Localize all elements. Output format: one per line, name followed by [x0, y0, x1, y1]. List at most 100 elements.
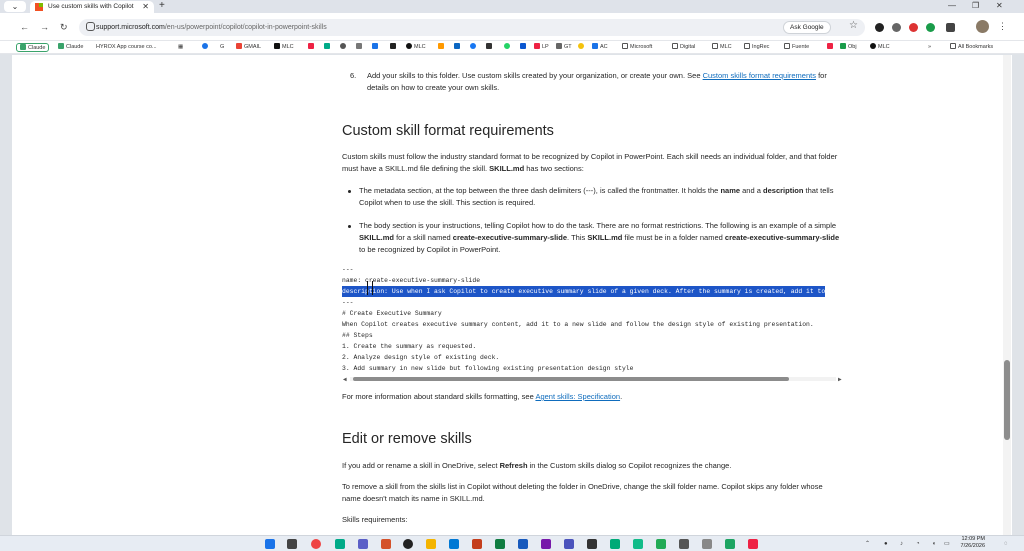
linkedin-icon[interactable] [454, 43, 462, 52]
bookmark-icon[interactable] [520, 43, 528, 52]
url-text[interactable]: support.microsoft.com/en-us/powerpoint/c… [96, 22, 327, 33]
facebook-icon[interactable] [470, 43, 478, 52]
code-horizontal-scrollbar[interactable]: ◀ ▶ [342, 375, 846, 383]
all-bookmarks-folder[interactable]: All Bookmarks [950, 43, 993, 52]
bookmark-icon[interactable] [438, 43, 446, 52]
volume-icon[interactable]: ◖ [932, 540, 936, 548]
address-bar[interactable]: support.microsoft.com/en-us/powerpoint/c… [79, 19, 865, 36]
agent-skills-spec-link[interactable]: Agent skills: Specification [535, 392, 620, 401]
onenote-icon[interactable] [541, 539, 551, 549]
reload-icon[interactable]: ↻ [60, 21, 68, 33]
extension-icon[interactable] [875, 23, 884, 32]
bookmark-folder[interactable]: Digital [672, 43, 695, 52]
task-view-icon[interactable] [287, 539, 297, 549]
chrome-icon[interactable] [311, 539, 321, 549]
bookmark-item[interactable]: Claude [16, 43, 50, 52]
app-icon[interactable] [358, 539, 368, 549]
claude-icon[interactable] [381, 539, 391, 549]
bookmark-icon[interactable] [340, 43, 348, 52]
google-icon[interactable]: G [220, 43, 224, 52]
article-page: 6. Add your skills to this folder. Use c… [12, 55, 1012, 535]
forward-icon[interactable]: → [40, 21, 49, 33]
bookmark-item[interactable]: MLC [870, 43, 890, 52]
avatar[interactable] [976, 20, 989, 33]
bookmark-item[interactable]: MLC [274, 43, 294, 52]
tab-search-button[interactable]: ⌄ [4, 1, 26, 12]
ask-google-button[interactable]: Ask Google [783, 21, 831, 34]
bookmark-item[interactable]: MLC [406, 43, 426, 52]
minimize-icon[interactable]: — [948, 0, 956, 12]
file-explorer-icon[interactable] [426, 539, 436, 549]
bookmark-icon[interactable] [202, 43, 210, 52]
taskbar: ⌃ ● ♪ ◔ ◖ ▭ 12:09 PM 7/26/2026 ◌ [0, 535, 1024, 551]
scrollbar-thumb[interactable] [353, 377, 789, 381]
network-icon[interactable]: ◔ [916, 540, 920, 548]
apps-grid-icon[interactable]: ▦ [178, 43, 183, 52]
bookmark-icon[interactable] [390, 43, 398, 52]
site-info-icon[interactable] [86, 22, 95, 31]
bookmark-icon[interactable] [827, 43, 835, 52]
close-tab-icon[interactable]: ✕ [142, 1, 149, 13]
bookmark-folder[interactable]: IngRec [744, 43, 769, 52]
new-tab-button[interactable]: + [159, 0, 165, 12]
tray-icon[interactable]: ● [884, 540, 888, 548]
bookmark-folder[interactable]: Fuente [784, 43, 809, 52]
bookmark-item[interactable]: LP [534, 43, 549, 52]
bookmark-folder[interactable]: Microsoft [622, 43, 652, 52]
puzzle-icon[interactable] [946, 23, 955, 32]
app-icon[interactable] [633, 539, 643, 549]
whatsapp-icon[interactable] [504, 43, 512, 52]
app-icon[interactable] [610, 539, 620, 549]
scrollbar-thumb[interactable] [1004, 360, 1010, 440]
excel-icon[interactable] [495, 539, 505, 549]
format-requirements-link[interactable]: Custom skills format requirements [703, 71, 816, 80]
back-icon[interactable]: ← [20, 21, 29, 33]
bookmark-icon[interactable] [324, 43, 332, 52]
extension-icon[interactable] [926, 23, 935, 32]
close-window-icon[interactable]: ✕ [996, 0, 1003, 12]
bookmark-icon[interactable] [372, 43, 380, 52]
bookmark-item[interactable]: AC [592, 43, 608, 52]
scroll-right-icon[interactable]: ▶ [838, 374, 842, 385]
bookmark-item[interactable]: Claude [58, 43, 83, 52]
edge-icon[interactable] [335, 539, 345, 549]
extension-icon[interactable] [892, 23, 901, 32]
chatgpt-icon[interactable] [403, 539, 413, 549]
browser-toolbar: ← → ↻ support.microsoft.com/en-us/powerp… [0, 13, 1024, 41]
teams-icon[interactable] [564, 539, 574, 549]
claude-icon [58, 43, 64, 49]
app-icon[interactable] [679, 539, 689, 549]
word-icon[interactable] [518, 539, 528, 549]
bookmark-item[interactable]: HYROX App course co... [96, 43, 157, 52]
terminal-icon[interactable] [656, 539, 666, 549]
app-icon[interactable] [702, 539, 712, 549]
powerpoint-icon[interactable] [472, 539, 482, 549]
windows-start-icon[interactable] [265, 539, 275, 549]
maximize-icon[interactable]: ❐ [972, 0, 979, 12]
page-vertical-scrollbar[interactable] [1003, 55, 1011, 535]
notification-icon[interactable]: ◌ [1004, 540, 1008, 548]
app-icon[interactable] [725, 539, 735, 549]
bookmark-icon[interactable] [356, 43, 364, 52]
app-icon[interactable] [587, 539, 597, 549]
app-icon[interactable] [748, 539, 758, 549]
bookmark-item[interactable]: GT [556, 43, 572, 52]
outlook-icon[interactable] [449, 539, 459, 549]
bookmark-icon[interactable] [486, 43, 494, 52]
code-block[interactable]: --- name: create-executive-summary-slide… [342, 264, 846, 389]
more-bookmarks-icon[interactable]: » [928, 43, 931, 52]
bookmark-star-icon[interactable]: ☆ [849, 20, 858, 31]
bookmark-icon[interactable] [578, 43, 586, 52]
tab-active[interactable]: Use custom skills with Copilot ✕ [30, 1, 154, 13]
battery-icon[interactable]: ▭ [944, 540, 950, 548]
bookmark-item[interactable]: GMAIL [236, 43, 261, 52]
extension-icon[interactable] [909, 23, 918, 32]
scroll-left-icon[interactable]: ◀ [343, 374, 347, 385]
bookmark-icon[interactable] [308, 43, 316, 52]
menu-icon[interactable]: ⋮ [998, 20, 1007, 32]
bookmark-folder[interactable]: MLC [712, 43, 732, 52]
tray-chevron-icon[interactable]: ⌃ [865, 540, 870, 548]
clock[interactable]: 12:09 PM 7/26/2026 [955, 536, 985, 550]
microphone-icon[interactable]: ♪ [900, 540, 903, 548]
bookmark-item[interactable]: Obj [840, 43, 857, 52]
